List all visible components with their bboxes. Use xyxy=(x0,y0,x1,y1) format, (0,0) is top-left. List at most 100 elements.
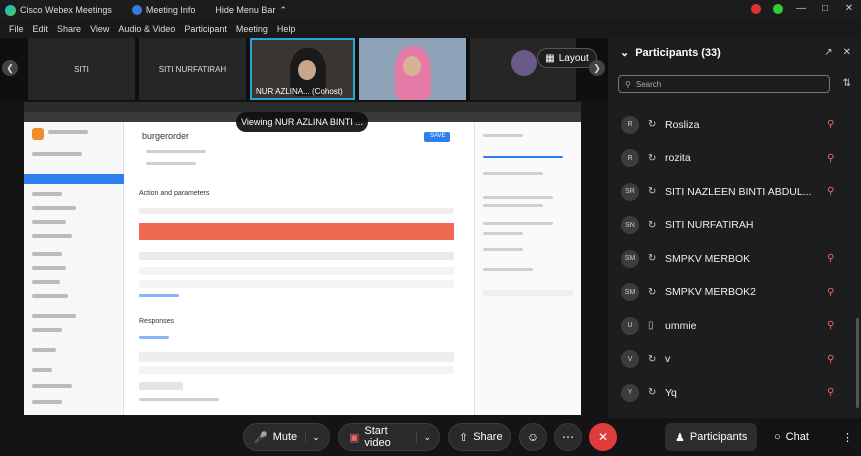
mic-muted-icon[interactable]: ⚲ xyxy=(827,354,834,365)
test-console xyxy=(474,122,581,415)
leave-meeting-button[interactable]: ✕ xyxy=(589,423,617,451)
list-item[interactable]: SM ↻ SMPKV MERBOK ⚲ xyxy=(608,242,861,276)
tile-name: NUR AZLINA... (Cohost) xyxy=(256,87,343,96)
list-item[interactable]: V ↻ v ⚲ xyxy=(608,343,861,377)
mic-muted-icon[interactable]: ⚲ xyxy=(827,119,834,130)
connection-icon[interactable] xyxy=(773,3,783,14)
table-row xyxy=(139,267,454,275)
sidebar-text xyxy=(32,348,56,352)
connected-icon: ↻ xyxy=(648,219,657,231)
section-responses-title: Responses xyxy=(139,318,175,325)
mic-muted-icon[interactable]: ⚲ xyxy=(827,186,834,197)
sidebar-text xyxy=(32,314,76,318)
chevron-down-icon[interactable]: ⌄ xyxy=(416,431,439,443)
share-button[interactable]: ⇧ Share xyxy=(448,423,511,451)
list-item[interactable]: U ▯ ummie ⚲ xyxy=(608,309,861,343)
connected-icon: ↻ xyxy=(648,353,657,365)
mute-label: Mute xyxy=(272,431,298,443)
tile-label: NUR AZLINA... (Cohost) xyxy=(256,87,343,96)
more-icon: ⋮ xyxy=(842,431,853,444)
shield-icon xyxy=(131,5,142,15)
sort-icon[interactable]: ⇅ xyxy=(843,78,851,89)
mic-muted-icon[interactable]: ⚲ xyxy=(827,287,834,298)
list-item[interactable]: SR ↻ SITI NAZLEEN BINTI ABDUL... ⚲ xyxy=(608,175,861,209)
video-filmstrip: ❮ SITI SITI NURFATIRAH NUR AZLINA... (Co… xyxy=(0,38,608,100)
app-title: Cisco Webex Meetings xyxy=(20,5,112,15)
reactions-button[interactable]: ☺ xyxy=(519,423,547,451)
video-tile-active-speaker[interactable]: NUR AZLINA... (Cohost) xyxy=(250,38,355,100)
avatar: U xyxy=(621,316,639,335)
meeting-info-label: Meeting Info xyxy=(145,5,196,15)
meeting-controls: 🎤 Mute ⌄ ▣ Start video ⌄ ⇧ Share ☺ ⋯ ✕ ♟… xyxy=(0,418,861,456)
video-tile[interactable]: SITI xyxy=(28,38,135,100)
hide-menu-bar-label: Hide Menu Bar xyxy=(215,5,276,15)
layout-button[interactable]: ▦ Layout xyxy=(537,48,597,68)
menu-help[interactable]: Help xyxy=(277,24,296,34)
minimize-icon[interactable]: — xyxy=(795,3,807,14)
more-options-button[interactable]: ⋯ xyxy=(554,423,582,451)
content-line xyxy=(483,222,553,225)
menu-bar: File Edit Share View Audio & Video Parti… xyxy=(0,20,861,38)
filmstrip-next-button[interactable]: ❯ xyxy=(589,60,605,76)
mic-muted-icon[interactable]: ⚲ xyxy=(827,387,834,398)
sidebar-text xyxy=(32,152,82,156)
panel-header-icons: ↗ ✕ xyxy=(824,47,851,58)
content-line xyxy=(139,294,179,297)
menu-file[interactable]: File xyxy=(9,24,24,34)
search-input[interactable]: ⚲ Search xyxy=(618,75,830,93)
sidebar-text xyxy=(32,252,62,256)
close-icon[interactable]: ✕ xyxy=(843,3,855,14)
sidebar-text xyxy=(32,400,62,404)
menu-meeting[interactable]: Meeting xyxy=(236,24,268,34)
menu-participant[interactable]: Participant xyxy=(184,24,227,34)
video-tile[interactable] xyxy=(359,38,466,100)
menu-audio-video[interactable]: Audio & Video xyxy=(118,24,175,34)
mic-muted-icon[interactable]: ⚲ xyxy=(827,320,834,331)
close-icon: ✕ xyxy=(597,430,609,444)
connected-icon: ↻ xyxy=(648,387,657,399)
menu-share[interactable]: Share xyxy=(57,24,81,34)
mute-button[interactable]: 🎤 Mute ⌄ xyxy=(243,423,330,451)
table-header xyxy=(139,252,454,260)
filmstrip-prev-button[interactable]: ❮ xyxy=(2,60,18,76)
search-placeholder: Search xyxy=(635,79,662,89)
maximize-icon[interactable]: □ xyxy=(819,3,831,14)
sidebar-text xyxy=(32,206,76,210)
more-panels-button[interactable]: ⋮ xyxy=(832,423,861,451)
chat-button[interactable]: ○ Chat xyxy=(764,423,819,451)
participants-button[interactable]: ♟ Participants xyxy=(665,423,758,451)
hide-menu-bar-button[interactable]: Hide Menu Bar ⌃ xyxy=(215,5,287,16)
save-button[interactable]: SAVE xyxy=(424,132,450,142)
list-item[interactable]: SN ↻ SITI NURFATIRAH xyxy=(608,209,861,243)
list-item[interactable]: R ↻ Rosliza ⚲ xyxy=(608,108,861,142)
menu-view[interactable]: View xyxy=(90,24,109,34)
recording-icon[interactable] xyxy=(751,3,761,14)
list-item[interactable]: R ↻ rozita ⚲ xyxy=(608,142,861,176)
sidebar-text xyxy=(48,130,88,134)
participant-name: ummie xyxy=(665,319,697,332)
shared-screen[interactable]: burgerorder SAVE Action and parameters R… xyxy=(24,102,581,415)
list-item[interactable]: SM ↻ SMPKV MERBOK2 ⚲ xyxy=(608,276,861,310)
participant-name: SMPKV MERBOK xyxy=(665,252,751,265)
close-panel-icon[interactable]: ✕ xyxy=(843,47,851,58)
popout-icon[interactable]: ↗ xyxy=(824,47,832,58)
meeting-info-button[interactable]: Meeting Info xyxy=(131,5,196,15)
video-tile[interactable]: SITI NURFATIRAH xyxy=(139,38,246,100)
scrollbar[interactable] xyxy=(856,318,859,408)
connected-icon: ↻ xyxy=(648,286,657,298)
mic-muted-icon[interactable]: ⚲ xyxy=(827,153,834,164)
smiley-icon: ☺ xyxy=(526,430,540,444)
webex-logo-icon xyxy=(5,4,16,16)
avatar: Y xyxy=(621,383,639,402)
menu-edit[interactable]: Edit xyxy=(33,24,49,34)
list-item[interactable]: Y ↻ Yq ⚲ xyxy=(608,376,861,410)
panel-title[interactable]: ⌄ Participants (33) xyxy=(620,46,721,60)
chat-label: Chat xyxy=(785,431,809,443)
connected-icon: ↻ xyxy=(648,186,657,198)
search-icon: ⚲ xyxy=(625,79,631,89)
mic-muted-icon[interactable]: ⚲ xyxy=(827,253,834,264)
chevron-down-icon[interactable]: ⌄ xyxy=(305,431,328,443)
start-video-button[interactable]: ▣ Start video ⌄ xyxy=(338,423,440,451)
avatar: R xyxy=(621,149,639,168)
connected-icon: ↻ xyxy=(648,152,657,164)
